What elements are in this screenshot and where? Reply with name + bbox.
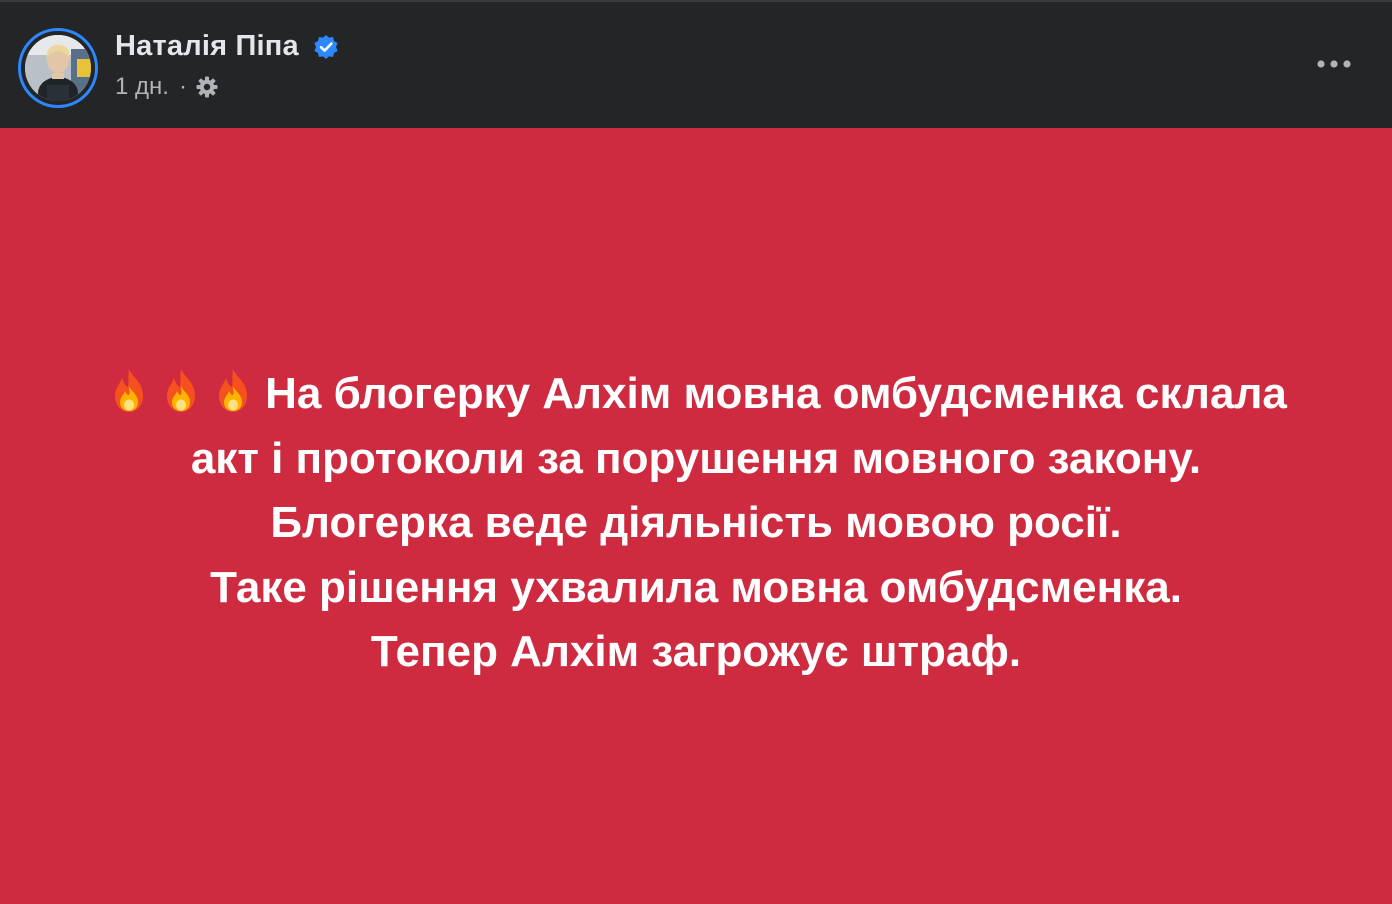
gear-icon[interactable] (195, 75, 219, 99)
post-text-line-1: На блогерку Алхім мовна омбудсменка скла… (265, 369, 1287, 418)
more-options-button[interactable] (1300, 40, 1368, 88)
meta-separator: · (178, 73, 187, 100)
post-text: На блогерку Алхім мовна омбудсменка скла… (30, 362, 1362, 685)
post-header: Наталія Піпа 1 дн. · (0, 0, 1392, 128)
post-timestamp[interactable]: 1 дн. (115, 73, 169, 101)
post-text-line-5: Тепер Алхім загрожує штраф. (370, 627, 1022, 676)
post-background: На блогерку Алхім мовна омбудсменка скла… (0, 128, 1392, 904)
fire-emoji-group (105, 366, 261, 414)
fire-icon (219, 369, 248, 412)
post-meta: 1 дн. · (115, 72, 219, 102)
post-text-line-4: Таке рішення ухвалила мовна омбудсменка. (210, 562, 1182, 612)
fire-icon (115, 369, 144, 412)
avatar (25, 35, 91, 101)
author-avatar-link[interactable] (18, 28, 98, 108)
verified-badge-icon (314, 35, 338, 59)
fire-icon (167, 369, 196, 412)
author-name[interactable]: Наталія Піпа (115, 30, 299, 63)
post-text-line: На блогерку Алхім мовна омбудсменка скла… (30, 362, 1362, 427)
profile-photo (25, 35, 91, 101)
more-dots-icon (1317, 60, 1351, 68)
post-text-line-2: акт і протоколи за порушення мовного зак… (190, 433, 1202, 483)
facebook-post: Наталія Піпа 1 дн. · На блогерку Алхім м… (0, 0, 1392, 904)
post-text-line-3: Блогерка веде діяльність мовою росії. (270, 498, 1122, 547)
